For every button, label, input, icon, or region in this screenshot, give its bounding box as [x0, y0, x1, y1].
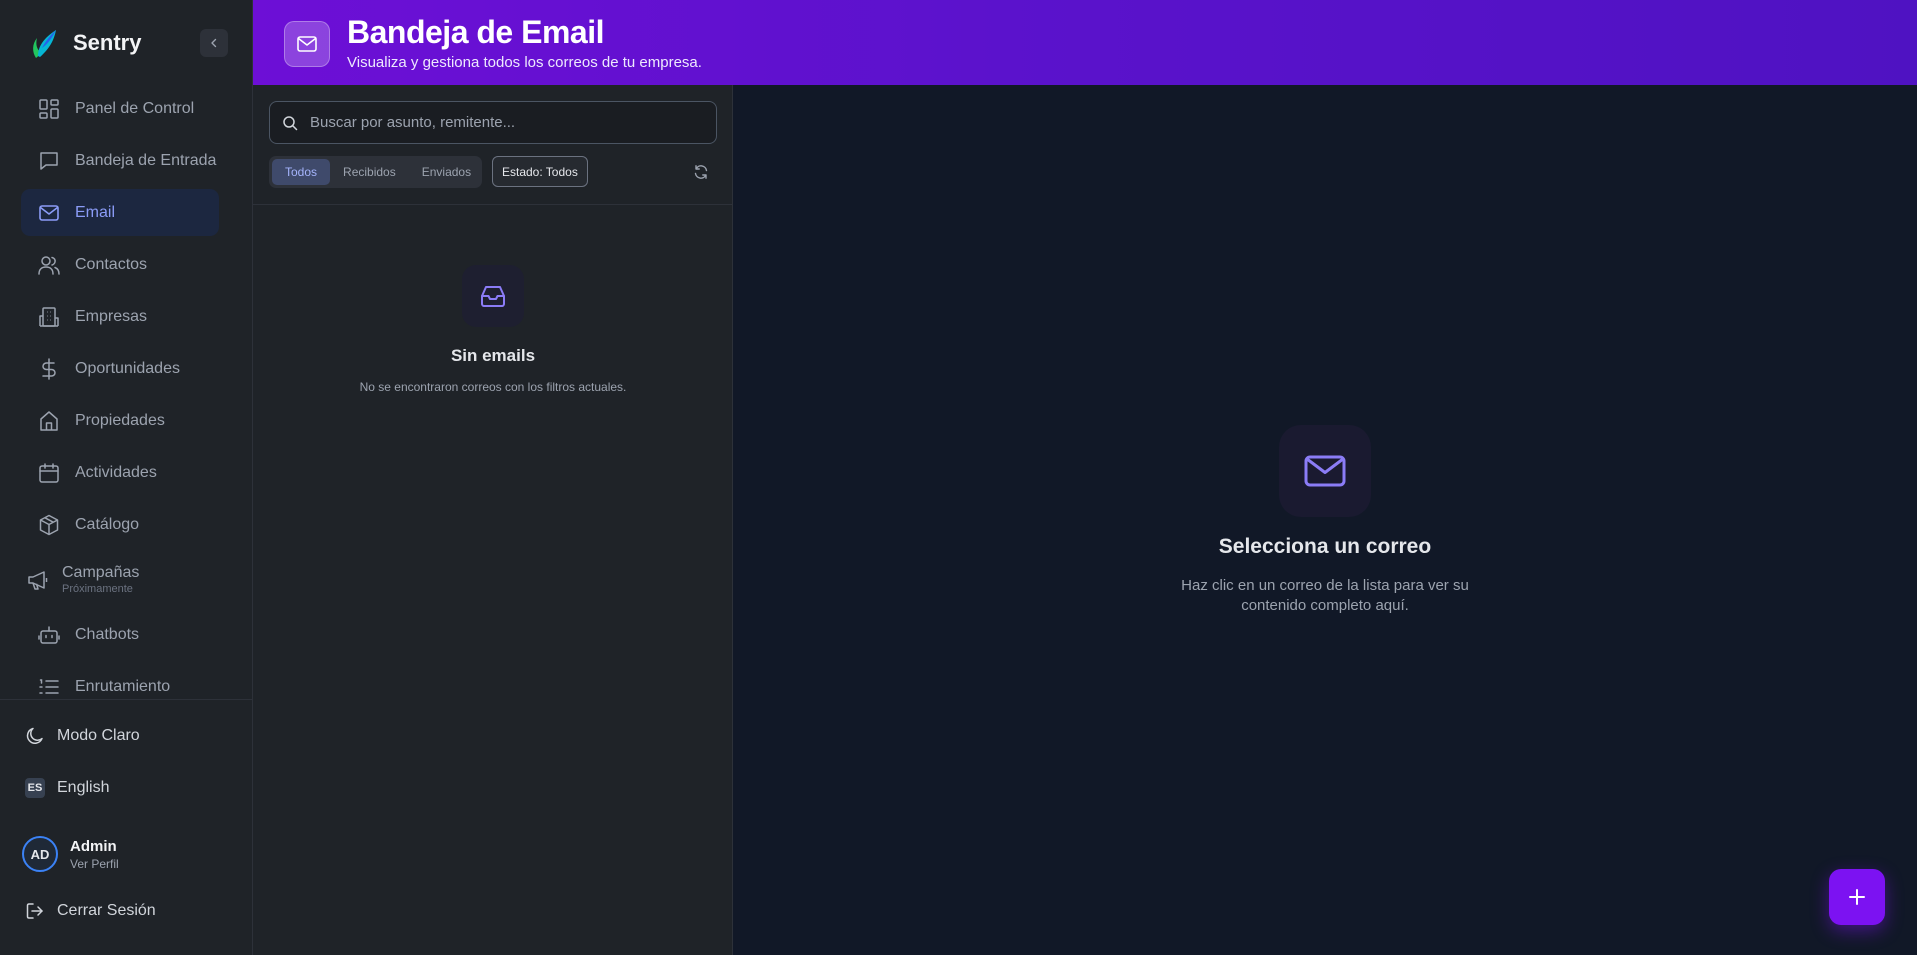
logout-button[interactable]: Cerrar Sesión — [24, 900, 156, 922]
page-title: Bandeja de Email — [347, 14, 604, 50]
theme-toggle[interactable]: Modo Claro — [24, 725, 140, 747]
email-detail-panel: Selecciona un correo Haz clic en un corr… — [733, 85, 1917, 955]
dollar-icon — [37, 357, 61, 381]
empty-list-title: Sin emails — [450, 346, 536, 365]
building-icon — [37, 305, 61, 329]
search-icon — [283, 115, 298, 130]
calendar-icon — [37, 461, 61, 485]
refresh-button[interactable] — [690, 161, 712, 183]
sidebar-item-label: Email — [75, 203, 116, 221]
sidebar-item-propiedades[interactable]: Propiedades — [21, 397, 219, 444]
tab-enviados[interactable]: Enviados — [409, 159, 484, 185]
view-profile-link[interactable]: Ver Perfil — [70, 857, 119, 871]
logout-icon — [24, 900, 46, 922]
mail-icon — [1279, 425, 1371, 517]
refresh-icon — [694, 165, 708, 179]
logout-label: Cerrar Sesión — [57, 902, 156, 919]
megaphone-icon — [26, 568, 50, 592]
user-text: Admin Ver Perfil — [70, 838, 119, 871]
sidebar-item-bandeja-de-entrada[interactable]: Bandeja de Entrada — [21, 137, 219, 184]
header-mail-icon — [284, 21, 330, 67]
dashboard-icon — [37, 97, 61, 121]
compose-email-button[interactable] — [1829, 869, 1885, 925]
collapse-sidebar-button[interactable] — [200, 29, 228, 57]
sidebar-item-actividades[interactable]: Actividades — [21, 449, 219, 496]
sidebar-item-label: Contactos — [75, 255, 148, 273]
empty-list-description: No se encontraron correos con los filtro… — [359, 380, 627, 394]
language-label: English — [57, 779, 110, 796]
search-input[interactable] — [310, 114, 690, 131]
sidebar-item-label: Campañas — [62, 563, 140, 581]
sidebar-item-enrutamiento[interactable]: Enrutamiento — [21, 663, 219, 700]
sidebar-item-campanas[interactable]: Campañas Próximamente — [21, 553, 219, 606]
sidebar-item-label: Bandeja de Entrada — [75, 151, 217, 169]
sidebar: Sentry Panel de Control Bandeja de Entra… — [0, 0, 253, 955]
sidebar-item-oportunidades[interactable]: Oportunidades — [21, 345, 219, 392]
package-icon — [37, 513, 61, 537]
sidebar-item-label: Catálogo — [75, 515, 140, 533]
empty-detail-description: Haz clic en un correo de la lista para v… — [1181, 577, 1469, 614]
mail-icon — [37, 201, 61, 225]
brand[interactable]: Sentry — [28, 26, 141, 60]
avatar: AD — [22, 836, 58, 872]
search-box[interactable] — [269, 101, 717, 144]
bot-icon — [37, 623, 61, 647]
email-list-panel: Todos Recibidos Enviados Estado: Todos S… — [253, 85, 733, 955]
coming-soon-label: Próximamente — [62, 582, 133, 595]
mail-icon — [297, 36, 317, 52]
sidebar-item-contactos[interactable]: Contactos — [21, 241, 219, 288]
empty-detail-state: Selecciona un correo Haz clic en un corr… — [733, 425, 1917, 616]
users-icon — [37, 253, 61, 277]
language-badge: ES — [24, 777, 46, 799]
sidebar-nav: Panel de Control Bandeja de Entrada Emai… — [21, 85, 219, 700]
sidebar-item-catalogo[interactable]: Catálogo — [21, 501, 219, 548]
sidebar-item-panel-de-control[interactable]: Panel de Control — [21, 85, 219, 132]
plus-icon — [1849, 889, 1865, 905]
empty-list-state: Sin emails No se encontraron correos con… — [253, 265, 733, 394]
sidebar-item-label: Propiedades — [75, 411, 165, 429]
empty-detail-title: Selecciona un correo — [1218, 535, 1432, 558]
moon-icon — [24, 725, 46, 747]
chat-icon — [37, 149, 61, 173]
email-direction-tabs: Todos Recibidos Enviados — [269, 156, 482, 188]
page-subtitle: Visualiza y gestiona todos los correos d… — [347, 54, 702, 71]
status-filter-button[interactable]: Estado: Todos — [492, 156, 588, 187]
sidebar-item-text: Campañas Próximamente — [62, 564, 139, 596]
language-switch[interactable]: ES English — [24, 777, 109, 799]
sidebar-item-label: Actividades — [75, 463, 157, 481]
sidebar-item-email[interactable]: Email — [21, 189, 219, 236]
tab-recibidos[interactable]: Recibidos — [330, 159, 409, 185]
chevron-left-icon — [211, 38, 217, 48]
sidebar-item-label: Oportunidades — [75, 359, 180, 377]
page-header: Bandeja de Email Visualiza y gestiona to… — [253, 0, 1917, 85]
brand-name: Sentry — [73, 30, 142, 55]
sidebar-item-label: Enrutamiento — [75, 677, 171, 695]
sidebar-item-label: Chatbots — [75, 625, 140, 643]
tab-todos[interactable]: Todos — [272, 159, 331, 185]
user-profile[interactable]: AD Admin Ver Perfil — [22, 836, 119, 872]
sidebar-item-label: Panel de Control — [75, 99, 195, 117]
list-icon — [37, 675, 61, 699]
inbox-icon — [462, 265, 524, 327]
sidebar-footer — [0, 699, 253, 700]
divider — [253, 204, 733, 205]
sidebar-item-empresas[interactable]: Empresas — [21, 293, 219, 340]
user-name: Admin — [70, 837, 117, 855]
sentry-logo-icon — [33, 30, 56, 58]
sidebar-item-label: Empresas — [75, 307, 148, 325]
sidebar-item-chatbots[interactable]: Chatbots — [21, 611, 219, 658]
language-code: ES — [25, 778, 45, 798]
theme-toggle-label: Modo Claro — [57, 727, 140, 744]
home-icon — [37, 409, 61, 433]
